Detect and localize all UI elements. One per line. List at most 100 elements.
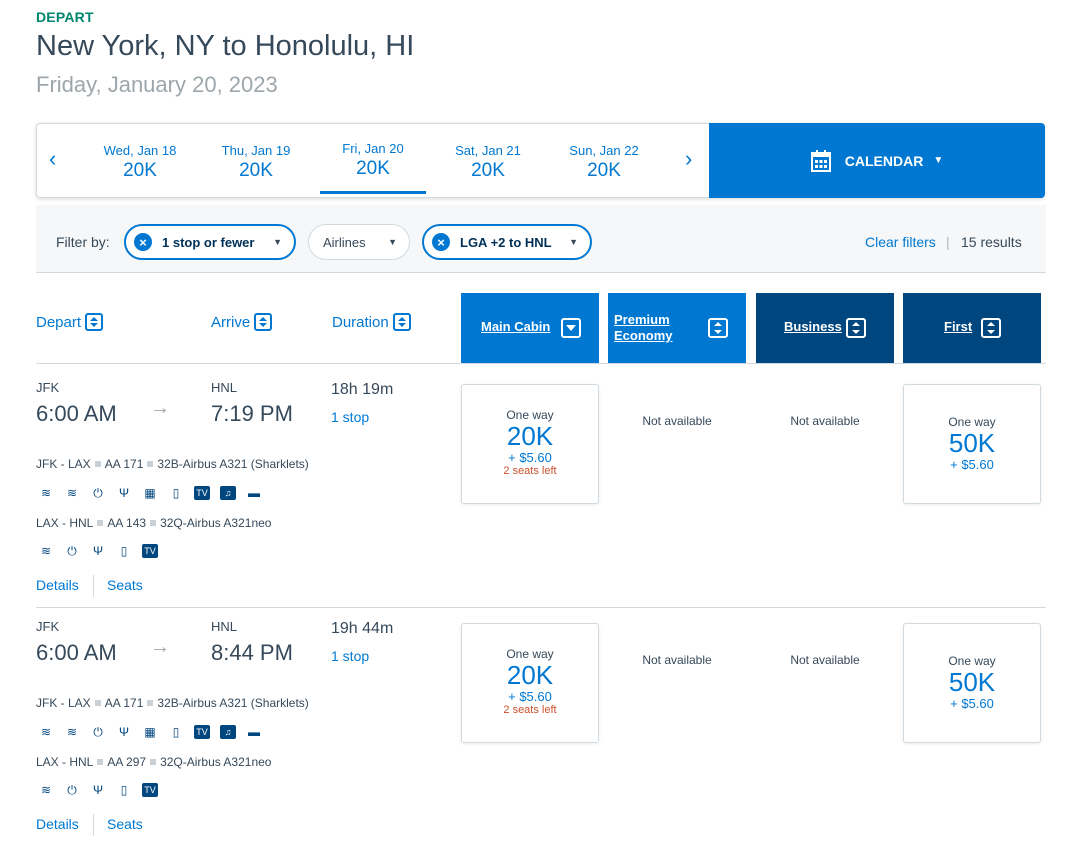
main-cabin-fare[interactable]: One way 20K + $5.60 2 seats left	[461, 623, 599, 743]
caret-down-icon: ▼	[933, 155, 944, 166]
seats-left: 2 seats left	[503, 465, 557, 477]
clear-filters-link[interactable]: Clear filters	[865, 234, 936, 250]
first-fare[interactable]: One way 50K + $5.60	[903, 623, 1041, 743]
results-count: 15 results	[961, 234, 1022, 250]
flight-row: JFK 6:00 AM → HNL 7:19 PM 18h 19m 1 stop…	[0, 363, 1082, 603]
sort-icon	[846, 318, 866, 338]
first-label: First	[944, 319, 973, 334]
divider	[93, 575, 94, 597]
seats-link[interactable]: Seats	[107, 816, 143, 832]
destination-code: HNL	[211, 380, 238, 395]
tv-icon: TV	[142, 783, 158, 797]
sort-desc-icon	[561, 318, 581, 338]
amenities: ≋ ≋ ⏻ Ψ ▦ ▯ TV ♫ ▬	[36, 722, 264, 742]
filter-label: Filter by:	[56, 234, 110, 250]
fare-type: One way	[506, 647, 554, 661]
wifi-icon: ≋	[40, 486, 52, 500]
filter-chip-stops[interactable]: × 1 stop or fewer ▼	[124, 224, 296, 260]
seats-left: 2 seats left	[503, 704, 557, 716]
amenities: ≋ ⏻ Ψ ▯ TV	[36, 541, 160, 561]
premium-economy-label: Premium Economy	[614, 312, 673, 343]
next-date-arrow-icon[interactable]: ›	[685, 146, 692, 172]
depart-time: 6:00 AM	[36, 640, 117, 665]
date-price: 20K	[356, 158, 390, 179]
details-link[interactable]: Details	[36, 577, 79, 593]
phone-icon: ▯	[172, 725, 180, 739]
first-fare[interactable]: One way 50K + $5.60	[903, 384, 1041, 504]
tv-icon: TV	[142, 544, 158, 558]
main-cabin-label: Main Cabin	[481, 319, 551, 334]
wifi-icon: ≋	[40, 544, 52, 558]
arrow-right-icon: →	[150, 397, 170, 419]
tab-premium-economy[interactable]: Premium Economy	[608, 293, 746, 363]
arrive-column-label: Arrive	[211, 313, 251, 331]
calendar-icon	[810, 149, 831, 172]
duration-column-label: Duration	[332, 313, 389, 331]
chip-label: LGA +2 to HNL	[460, 234, 552, 250]
wifi-icon: ≋	[66, 486, 78, 500]
amenities: ≋ ⏻ Ψ ▯ TV	[36, 780, 160, 800]
date-cell-jan20[interactable]: Fri, Jan 20 20K	[320, 124, 426, 194]
previous-date-arrow-icon[interactable]: ‹	[49, 146, 56, 172]
segment-info: LAX - HNL AA 297 32Q-Airbus A321neo	[36, 755, 272, 769]
date-cell-jan21[interactable]: Sat, Jan 21 20K	[435, 124, 541, 194]
date-cell-jan22[interactable]: Sun, Jan 22 20K	[551, 124, 657, 194]
details-link[interactable]: Details	[36, 816, 79, 832]
sort-icon	[85, 313, 104, 331]
fare-miles: 20K	[506, 421, 554, 451]
flight-row: JFK 6:00 AM → HNL 8:44 PM 19h 44m 1 stop…	[0, 602, 1082, 842]
seats-link[interactable]: Seats	[107, 577, 143, 593]
premium-not-available: Not available	[642, 414, 712, 428]
usb-icon: Ψ	[118, 486, 130, 500]
sort-depart-header[interactable]: Depart	[36, 313, 104, 331]
sort-duration-header[interactable]: Duration	[332, 313, 411, 331]
sort-icon	[981, 318, 1001, 338]
fare-type: One way	[506, 408, 554, 422]
segment-info: JFK - LAX AA 171 32B-Airbus A321 (Sharklet…	[36, 696, 309, 710]
calendar-label: CALENDAR	[844, 152, 924, 169]
calendar-button[interactable]: CALENDAR ▼	[709, 123, 1045, 198]
filter-chip-airports[interactable]: × LGA +2 to HNL ▼	[422, 224, 592, 260]
premium-not-available: Not available	[642, 653, 712, 667]
wifi-icon: ≋	[66, 725, 78, 739]
fare-tax: + $5.60	[508, 450, 552, 465]
date-label: Sat, Jan 21	[455, 143, 521, 158]
caret-down-icon: ▼	[388, 237, 397, 247]
fare-miles: 50K	[948, 428, 996, 458]
phone-icon: ▯	[120, 544, 128, 558]
caret-down-icon: ▼	[273, 237, 282, 247]
filter-chip-airlines[interactable]: Airlines ▼	[308, 224, 410, 260]
sort-arrive-header[interactable]: Arrive	[211, 313, 273, 331]
date-cell-jan19[interactable]: Thu, Jan 19 20K	[203, 124, 309, 194]
power-icon: ⏻	[67, 543, 77, 558]
chip-label: 1 stop or fewer	[162, 234, 255, 250]
stops-link[interactable]: 1 stop	[331, 648, 369, 664]
power-icon: ⏻	[93, 724, 103, 739]
phone-icon: ▯	[120, 783, 128, 797]
tab-first[interactable]: First	[903, 293, 1041, 363]
main-cabin-fare[interactable]: One way 20K + $5.60 2 seats left	[461, 384, 599, 504]
chip-label: Airlines	[323, 234, 366, 250]
arrive-time: 7:19 PM	[211, 401, 293, 426]
date-cell-jan18[interactable]: Wed, Jan 18 20K	[87, 124, 193, 194]
depart-tag: DEPART	[36, 9, 94, 25]
date-strip: ‹ Wed, Jan 18 20K Thu, Jan 19 20K Fri, J…	[36, 123, 1045, 198]
duration: 18h 19m	[331, 381, 394, 398]
stops-link[interactable]: 1 stop	[331, 409, 369, 425]
remove-filter-icon[interactable]: ×	[134, 233, 152, 251]
seat-icon: ▬	[248, 725, 260, 739]
sort-icon	[392, 313, 411, 331]
date-price: 20K	[123, 160, 157, 181]
depart-time: 6:00 AM	[36, 401, 117, 426]
tab-main-cabin[interactable]: Main Cabin	[461, 293, 599, 363]
fare-miles: 20K	[506, 660, 554, 690]
fare-tax: + $5.60	[950, 457, 994, 472]
business-not-available: Not available	[790, 653, 860, 667]
date-label: Sun, Jan 22	[569, 143, 639, 158]
amenities: ≋ ≋ ⏻ Ψ ▦ ▯ TV ♫ ▬	[36, 483, 264, 503]
remove-filter-icon[interactable]: ×	[432, 233, 450, 251]
sort-icon	[708, 318, 728, 338]
tab-business[interactable]: Business	[756, 293, 894, 363]
tv-icon: TV	[194, 725, 210, 739]
caret-down-icon: ▼	[569, 237, 578, 247]
